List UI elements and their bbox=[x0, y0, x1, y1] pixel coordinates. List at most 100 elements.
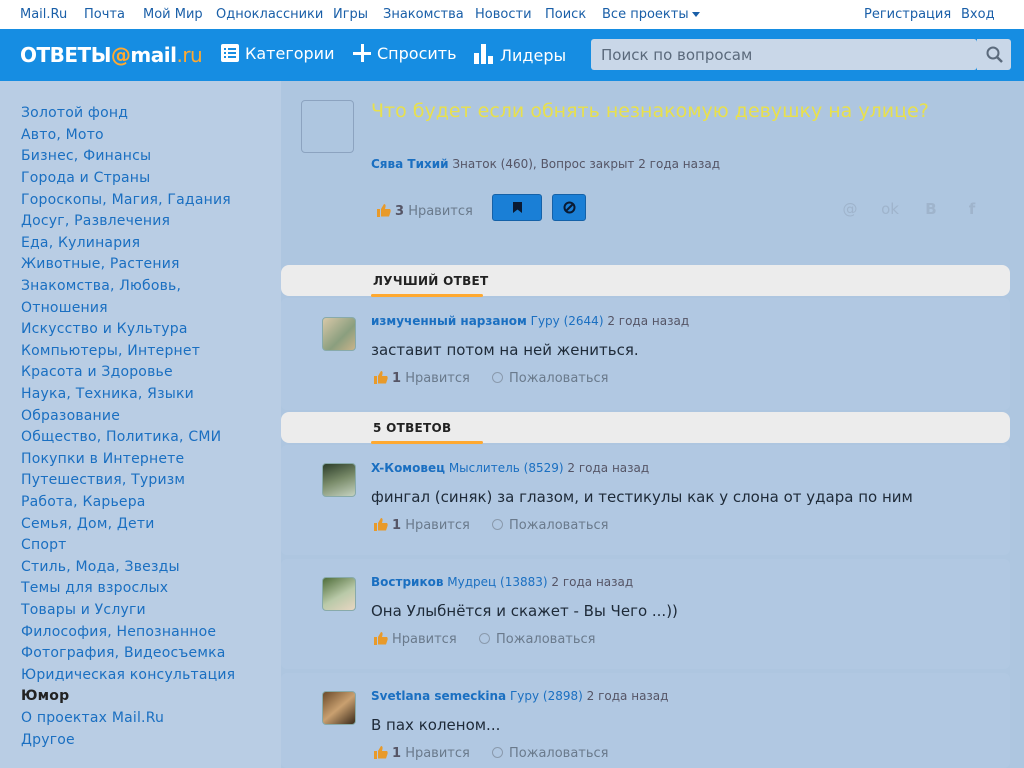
answer-author[interactable]: Svetlana semeckina bbox=[371, 689, 506, 703]
sidebar-item-family[interactable]: Семья, Дом, Дети bbox=[21, 516, 155, 532]
question-avatar[interactable] bbox=[301, 100, 354, 153]
nav-ask-label: Спросить bbox=[377, 44, 457, 63]
sidebar-item-food[interactable]: Еда, Кулинария bbox=[21, 235, 140, 251]
sidebar-item-shopping[interactable]: Покупки в Интернете bbox=[21, 451, 184, 467]
sidebar-item-travel[interactable]: Путешествия, Туризм bbox=[21, 472, 185, 488]
share-odnoklassniki-icon[interactable]: ok bbox=[881, 200, 899, 218]
answer-like-button[interactable]: Нравится bbox=[374, 632, 457, 649]
answer-rank: Мыслитель (8529) bbox=[448, 461, 564, 475]
sidebar-item-education[interactable]: Образование bbox=[21, 408, 120, 424]
sidebar-item-work[interactable]: Работа, Карьера bbox=[21, 494, 146, 510]
best-answer-author[interactable]: измученный нарзаном bbox=[371, 314, 527, 328]
best-answer-report-button[interactable]: Пожаловаться bbox=[492, 371, 609, 386]
sidebar-item-science[interactable]: Наука, Техника, Языки bbox=[21, 386, 194, 402]
question-author[interactable]: Сява Тихий bbox=[371, 157, 449, 171]
report-icon bbox=[479, 633, 490, 644]
avatar[interactable] bbox=[322, 691, 356, 725]
best-answer-like-count: 1 bbox=[392, 371, 402, 386]
sidebar-item-horoscopes[interactable]: Гороскопы, Магия, Гадания bbox=[21, 192, 231, 208]
nav-categories-label: Категории bbox=[245, 44, 335, 63]
portal-link-odnoklassniki[interactable]: Одноклассники bbox=[216, 7, 323, 22]
portal-link-pochta[interactable]: Почта bbox=[84, 7, 125, 22]
answer-like-button[interactable]: 1 Нравится bbox=[374, 518, 470, 535]
search-input[interactable] bbox=[591, 39, 971, 70]
sidebar-item-animals[interactable]: Животные, Растения bbox=[21, 256, 180, 272]
sidebar-item-business[interactable]: Бизнес, Финансы bbox=[21, 148, 151, 164]
sidebar-item-computers[interactable]: Компьютеры, Интернет bbox=[21, 343, 200, 359]
thumbs-up-icon bbox=[374, 746, 388, 763]
bookmark-button[interactable] bbox=[492, 194, 542, 221]
answer-author[interactable]: Востриков bbox=[371, 575, 443, 589]
answer-time: 2 года назад bbox=[586, 689, 669, 703]
nav-leaders[interactable]: Лидеры bbox=[474, 44, 566, 68]
question-like-label: Нравится bbox=[408, 204, 473, 219]
login-link[interactable]: Вход bbox=[961, 7, 995, 22]
sidebar-item-photo[interactable]: Фотография, Видеосъемка bbox=[21, 645, 226, 661]
sidebar-item-philosophy[interactable]: Философия, Непознанное bbox=[21, 624, 216, 640]
share-mailru-icon[interactable]: @ bbox=[841, 200, 859, 218]
sidebar-item-dating[interactable]: Знакомства, Любовь, bbox=[21, 278, 181, 294]
sidebar-item-beauty[interactable]: Красота и Здоровье bbox=[21, 364, 173, 380]
section-underline bbox=[371, 294, 483, 297]
answer-time: 2 года назад bbox=[551, 575, 634, 589]
sidebar-item-auto[interactable]: Авто, Мото bbox=[21, 127, 104, 143]
nav-leaders-label: Лидеры bbox=[500, 46, 567, 65]
report-icon bbox=[492, 519, 503, 530]
answer-report-button[interactable]: Пожаловаться bbox=[492, 746, 609, 761]
sidebar-item-cities[interactable]: Города и Страны bbox=[21, 170, 150, 186]
answer-rank: Мудрец (13883) bbox=[447, 575, 548, 589]
answer-text: фингал (синяк) за глазом, и тестикулы ка… bbox=[371, 488, 913, 506]
avatar[interactable] bbox=[322, 317, 356, 351]
portal-link-igry[interactable]: Игры bbox=[333, 7, 368, 22]
sidebar-item-style[interactable]: Стиль, Мода, Звезды bbox=[21, 559, 180, 575]
sidebar-item-art[interactable]: Искусство и Культура bbox=[21, 321, 188, 337]
sidebar-item-about-mailru[interactable]: О проектах Mail.Ru bbox=[21, 710, 164, 726]
sidebar-item-society[interactable]: Общество, Политика, СМИ bbox=[21, 429, 221, 445]
sidebar-item-sport[interactable]: Спорт bbox=[21, 537, 67, 553]
nav-categories[interactable]: Категории bbox=[221, 44, 334, 66]
answer-report-button[interactable]: Пожаловаться bbox=[492, 518, 609, 533]
chevron-down-icon bbox=[691, 12, 700, 17]
portal-link-moymir[interactable]: Мой Мир bbox=[143, 7, 203, 22]
all-projects-dropdown[interactable]: Все проекты bbox=[602, 7, 700, 22]
answer-like-label: Нравится bbox=[392, 632, 457, 647]
question-meta: Сява Тихий Знаток (460), Вопрос закрыт 2… bbox=[371, 157, 720, 171]
sidebar-item-golden-fund[interactable]: Золотой фонд bbox=[21, 105, 128, 121]
portal-bar: Mail.Ru Почта Мой Мир Одноклассники Игры… bbox=[0, 0, 1024, 29]
report-icon bbox=[492, 747, 503, 758]
bookmark-icon bbox=[513, 202, 522, 213]
portal-link-novosti[interactable]: Новости bbox=[475, 7, 532, 22]
sidebar-item-leisure[interactable]: Досуг, Развлечения bbox=[21, 213, 170, 229]
register-link[interactable]: Регистрация bbox=[864, 7, 951, 22]
thumbs-up-icon bbox=[374, 518, 388, 535]
best-answer-like-button[interactable]: 1 Нравится bbox=[374, 371, 470, 388]
answer-text: В пах коленом... bbox=[371, 716, 501, 734]
nav-ask[interactable]: Спросить bbox=[353, 44, 457, 66]
answer-meta: Востриков Мудрец (13883) 2 года назад bbox=[371, 575, 633, 589]
sidebar-item-legal[interactable]: Юридическая консультация bbox=[21, 667, 235, 683]
avatar[interactable] bbox=[322, 577, 356, 611]
portal-link-poisk[interactable]: Поиск bbox=[545, 7, 586, 22]
answer-like-count: 1 bbox=[392, 746, 402, 761]
sidebar-item-humor[interactable]: Юмор bbox=[21, 688, 69, 704]
block-button[interactable] bbox=[552, 194, 586, 221]
question-like-button[interactable]: 3 Нравится bbox=[377, 204, 473, 221]
answer-report-button[interactable]: Пожаловаться bbox=[479, 632, 596, 647]
answer-like-count: 1 bbox=[392, 518, 402, 533]
sidebar-item-goods[interactable]: Товары и Услуги bbox=[21, 602, 146, 618]
portal-link-mailru[interactable]: Mail.Ru bbox=[20, 7, 67, 22]
answer-meta: X-Комовец Мыслитель (8529) 2 года назад bbox=[371, 461, 649, 475]
thumbs-up-icon bbox=[377, 204, 391, 221]
avatar[interactable] bbox=[322, 463, 356, 497]
answer-like-button[interactable]: 1 Нравится bbox=[374, 746, 470, 763]
portal-link-znakomstva[interactable]: Знакомства bbox=[383, 7, 464, 22]
share-facebook-icon[interactable]: f bbox=[963, 200, 981, 218]
sidebar-item-relationships[interactable]: Отношения bbox=[21, 300, 108, 316]
answer-author[interactable]: X-Комовец bbox=[371, 461, 445, 475]
answer-report-label: Пожаловаться bbox=[496, 632, 596, 647]
share-vk-icon[interactable]: B bbox=[922, 200, 940, 218]
sidebar-item-adult[interactable]: Темы для взрослых bbox=[21, 580, 168, 596]
search-button[interactable] bbox=[977, 39, 1011, 70]
sidebar-item-other[interactable]: Другое bbox=[21, 732, 75, 748]
site-logo[interactable]: ОТВЕТЫ@mail.ru bbox=[20, 43, 203, 67]
